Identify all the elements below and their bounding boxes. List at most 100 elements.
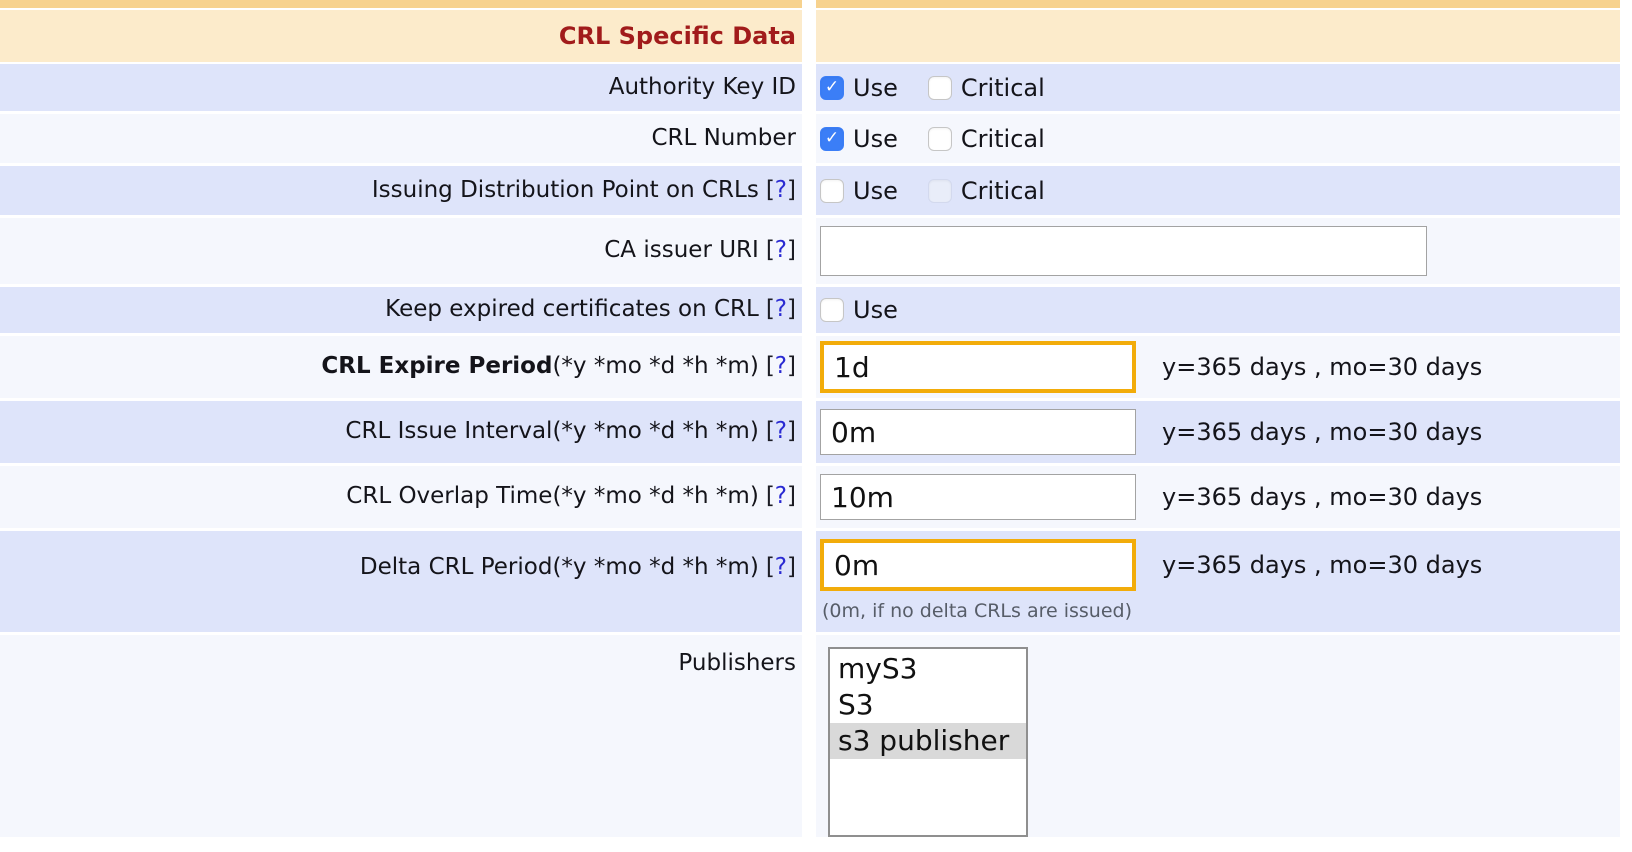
- control-cell-crl-number: ✓ Use Critical: [816, 114, 1620, 163]
- row-label-crl-overlap-time: CRL Overlap Time(*y *mo *d *h *m)[?]: [346, 482, 796, 512]
- label-cell-authority-key-id: Authority Key ID: [0, 64, 802, 111]
- crl-number-checkboxes: ✓ Use Critical: [820, 125, 1045, 153]
- help-link[interactable]: [?]: [766, 483, 796, 509]
- keep-expired-certificates-on-crl-use-checkbox[interactable]: [820, 298, 844, 322]
- row-label-crl-expire-period: CRL Expire Period(*y *mo *d *h *m)[?]: [321, 352, 796, 382]
- label-cell-crl-number: CRL Number: [0, 114, 802, 163]
- label-cell-crl-issue-interval: CRL Issue Interval(*y *mo *d *h *m)[?]: [0, 401, 802, 463]
- row-publishers: Publishers myS3S3s3 publisher: [0, 635, 1632, 837]
- delta-crl-period-input-row: y=365 days , mo=30 days: [820, 539, 1482, 591]
- control-cell-issuing-distribution-point-on-crls: Use Critical: [816, 166, 1620, 215]
- label-cell-delta-crl-period: Delta CRL Period(*y *mo *d *h *m)[?]: [0, 531, 802, 632]
- row-label-ca-issuer-uri: CA issuer URI[?]: [604, 236, 796, 266]
- crl-number-critical-checkbox[interactable]: [928, 127, 952, 151]
- crl-specific-data-form: CRL Specific Data Authority Key ID ✓ Use Cr…: [0, 0, 1632, 852]
- crl-overlap-time-input[interactable]: [820, 474, 1136, 520]
- crl-expire-period-input[interactable]: [820, 341, 1136, 393]
- help-question-icon: ?: [775, 296, 787, 322]
- publishers-option[interactable]: myS3: [830, 651, 1026, 687]
- help-question-icon: ?: [775, 418, 787, 444]
- delta-crl-period-input[interactable]: [820, 539, 1136, 591]
- use-label: Use: [853, 74, 898, 102]
- publishers-option[interactable]: S3: [830, 687, 1026, 723]
- ca-issuer-uri-input[interactable]: [820, 226, 1427, 276]
- crl-overlap-time-input-row: y=365 days , mo=30 days: [820, 474, 1482, 520]
- help-question-icon: ?: [775, 177, 787, 203]
- help-link[interactable]: [?]: [766, 237, 796, 263]
- issuing-distribution-point-on-crls-checkboxes: Use Critical: [820, 177, 1045, 205]
- issuing-distribution-point-on-crls-critical-checkbox[interactable]: [928, 179, 952, 203]
- row-label-delta-crl-period: Delta CRL Period(*y *mo *d *h *m)[?]: [360, 553, 796, 583]
- row-crl-issue-interval: CRL Issue Interval(*y *mo *d *h *m)[?] y=…: [0, 401, 1632, 463]
- help-link[interactable]: [?]: [766, 418, 796, 444]
- help-link[interactable]: [?]: [766, 177, 796, 203]
- divider-left: [0, 0, 802, 8]
- row-crl-expire-period: CRL Expire Period(*y *mo *d *h *m)[?] y=3…: [0, 336, 1632, 398]
- help-question-icon: ?: [775, 483, 787, 509]
- row-delta-crl-period: Delta CRL Period(*y *mo *d *h *m)[?] y=36…: [0, 531, 1632, 632]
- time-units-hint: y=365 days , mo=30 days: [1162, 353, 1482, 381]
- label-cell-keep-expired-certificates-on-crl: Keep expired certificates on CRL[?]: [0, 287, 802, 333]
- time-units-hint: y=365 days , mo=30 days: [1162, 483, 1482, 511]
- help-link[interactable]: [?]: [766, 353, 796, 379]
- keep-expired-certificates-on-crl-checkboxes: Use: [820, 296, 898, 324]
- help-question-icon: ?: [775, 554, 787, 580]
- delta-crl-period-group: y=365 days , mo=30 days(0m, if no delta …: [820, 539, 1482, 622]
- row-label-keep-expired-certificates-on-crl: Keep expired certificates on CRL[?]: [385, 295, 796, 325]
- row-crl-number: CRL Number ✓ Use Critical: [0, 114, 1632, 163]
- section-header-spacer: [816, 10, 1620, 62]
- control-cell-ca-issuer-uri: [816, 218, 1620, 284]
- time-units-hint: y=365 days , mo=30 days: [1162, 551, 1482, 579]
- control-cell-keep-expired-certificates-on-crl: Use: [816, 287, 1620, 333]
- authority-key-id-checkboxes: ✓ Use Critical: [820, 74, 1045, 102]
- control-cell-crl-expire-period: y=365 days , mo=30 days: [816, 336, 1620, 398]
- row-authority-key-id: Authority Key ID ✓ Use Critical: [0, 64, 1632, 111]
- crl-expire-period-group: y=365 days , mo=30 days: [820, 341, 1482, 393]
- section-header-row: CRL Specific Data: [0, 10, 1632, 62]
- label-cell-crl-expire-period: CRL Expire Period(*y *mo *d *h *m)[?]: [0, 336, 802, 398]
- row-keep-expired-certificates-on-crl: Keep expired certificates on CRL[?] Use: [0, 287, 1632, 333]
- row-label-crl-number: CRL Number: [651, 124, 796, 154]
- critical-label: Critical: [961, 125, 1045, 153]
- time-units-hint: y=365 days , mo=30 days: [1162, 418, 1482, 446]
- row-ca-issuer-uri: CA issuer URI[?]: [0, 218, 1632, 284]
- publishers-option[interactable]: s3 publisher: [830, 723, 1026, 759]
- control-cell-authority-key-id: ✓ Use Critical: [816, 64, 1620, 111]
- control-cell-delta-crl-period: y=365 days , mo=30 days(0m, if no delta …: [816, 531, 1620, 632]
- critical-label: Critical: [961, 177, 1045, 205]
- section-header-cell: CRL Specific Data: [0, 10, 802, 62]
- check-icon: ✓: [825, 79, 839, 96]
- section-divider: [0, 0, 1632, 8]
- row-issuing-distribution-point-on-crls: Issuing Distribution Point on CRLs[?] Use…: [0, 166, 1632, 215]
- authority-key-id-critical-checkbox[interactable]: [928, 76, 952, 100]
- control-cell-publishers: myS3S3s3 publisher: [816, 635, 1620, 837]
- help-question-icon: ?: [775, 237, 787, 263]
- row-label-issuing-distribution-point-on-crls: Issuing Distribution Point on CRLs[?]: [372, 176, 796, 206]
- label-cell-crl-overlap-time: CRL Overlap Time(*y *mo *d *h *m)[?]: [0, 466, 802, 528]
- crl-overlap-time-group: y=365 days , mo=30 days: [820, 474, 1482, 520]
- label-cell-ca-issuer-uri: CA issuer URI[?]: [0, 218, 802, 284]
- divider-right: [816, 0, 1620, 8]
- use-label: Use: [853, 296, 898, 324]
- control-cell-crl-overlap-time: y=365 days , mo=30 days: [816, 466, 1620, 528]
- row-label-authority-key-id: Authority Key ID: [609, 73, 796, 103]
- control-cell-crl-issue-interval: y=365 days , mo=30 days: [816, 401, 1620, 463]
- crl-number-use-checkbox[interactable]: ✓: [820, 127, 844, 151]
- row-label-publishers: Publishers: [678, 649, 796, 679]
- help-link[interactable]: [?]: [766, 554, 796, 580]
- section-title: CRL Specific Data: [559, 22, 796, 50]
- publishers-select[interactable]: myS3S3s3 publisher: [828, 647, 1028, 837]
- critical-label: Critical: [961, 74, 1045, 102]
- help-link[interactable]: [?]: [766, 296, 796, 322]
- row-crl-overlap-time: CRL Overlap Time(*y *mo *d *h *m)[?] y=36…: [0, 466, 1632, 528]
- crl-issue-interval-input[interactable]: [820, 409, 1136, 455]
- use-label: Use: [853, 125, 898, 153]
- label-cell-issuing-distribution-point-on-crls: Issuing Distribution Point on CRLs[?]: [0, 166, 802, 215]
- help-question-icon: ?: [775, 353, 787, 379]
- use-label: Use: [853, 177, 898, 205]
- issuing-distribution-point-on-crls-use-checkbox[interactable]: [820, 179, 844, 203]
- authority-key-id-use-checkbox[interactable]: ✓: [820, 76, 844, 100]
- row-label-bold: CRL Expire Period: [321, 353, 552, 379]
- check-icon: ✓: [825, 130, 839, 147]
- label-cell-publishers: Publishers: [0, 635, 802, 837]
